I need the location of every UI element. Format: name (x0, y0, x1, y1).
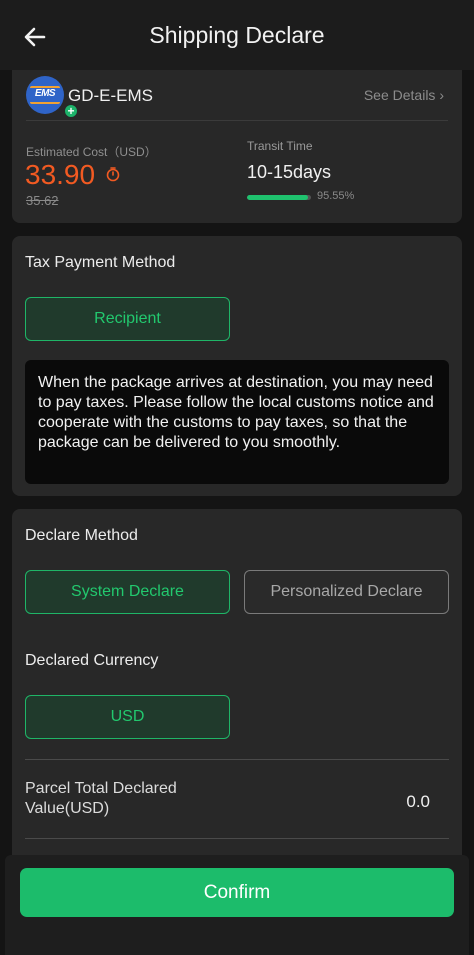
transit-time-label: Transit Time (247, 139, 313, 153)
declare-card: Declare Method System Declare Personaliz… (12, 509, 462, 869)
divider (25, 759, 449, 760)
divider (26, 120, 448, 121)
carrier-name: GD-E-EMS (68, 86, 153, 105)
total-declared-value-label: Parcel Total Declared Value(USD) (25, 780, 177, 817)
timer-icon (106, 167, 120, 182)
tax-payment-card: Tax Payment Method Recipient When the pa… (12, 236, 462, 496)
on-time-percent: 95.55% (317, 190, 355, 202)
system-declare-button[interactable]: System Declare (25, 570, 230, 614)
declare-method-title: Declare Method (25, 527, 138, 544)
recipient-option-button[interactable]: Recipient (25, 297, 230, 341)
see-details-link[interactable]: See Details › (364, 87, 444, 103)
price: 33.90 (25, 159, 96, 190)
tax-payment-title: Tax Payment Method (25, 254, 176, 271)
confirm-button[interactable]: Confirm (20, 868, 454, 917)
logo-text: EMS (34, 88, 56, 99)
top-app-bar: Shipping Declare (0, 0, 474, 70)
usd-currency-button[interactable]: USD (25, 695, 230, 739)
divider (25, 838, 449, 839)
page-title: Shipping Declare (149, 22, 325, 48)
carrier-card: EMS + GD-E-EMS See Details › Estimated C… (12, 70, 462, 223)
tax-notice: When the package arrives at destination,… (25, 360, 449, 484)
estimated-cost-label: Estimated Cost（USD） (26, 145, 157, 159)
plus-badge-icon: + (64, 104, 78, 118)
on-time-progress-bar (247, 195, 311, 200)
declared-currency-title: Declared Currency (25, 652, 159, 669)
transit-time-value: 10-15days (247, 162, 332, 182)
on-time-progress-fill (247, 195, 309, 200)
original-price: 35.62 (26, 193, 59, 208)
ems-logo: EMS + (26, 76, 78, 118)
personalized-declare-button[interactable]: Personalized Declare (244, 570, 449, 614)
see-details-label: See Details (363, 87, 436, 103)
chevron-right-icon: › (439, 87, 444, 103)
total-declared-value: 0.0 (406, 792, 430, 811)
